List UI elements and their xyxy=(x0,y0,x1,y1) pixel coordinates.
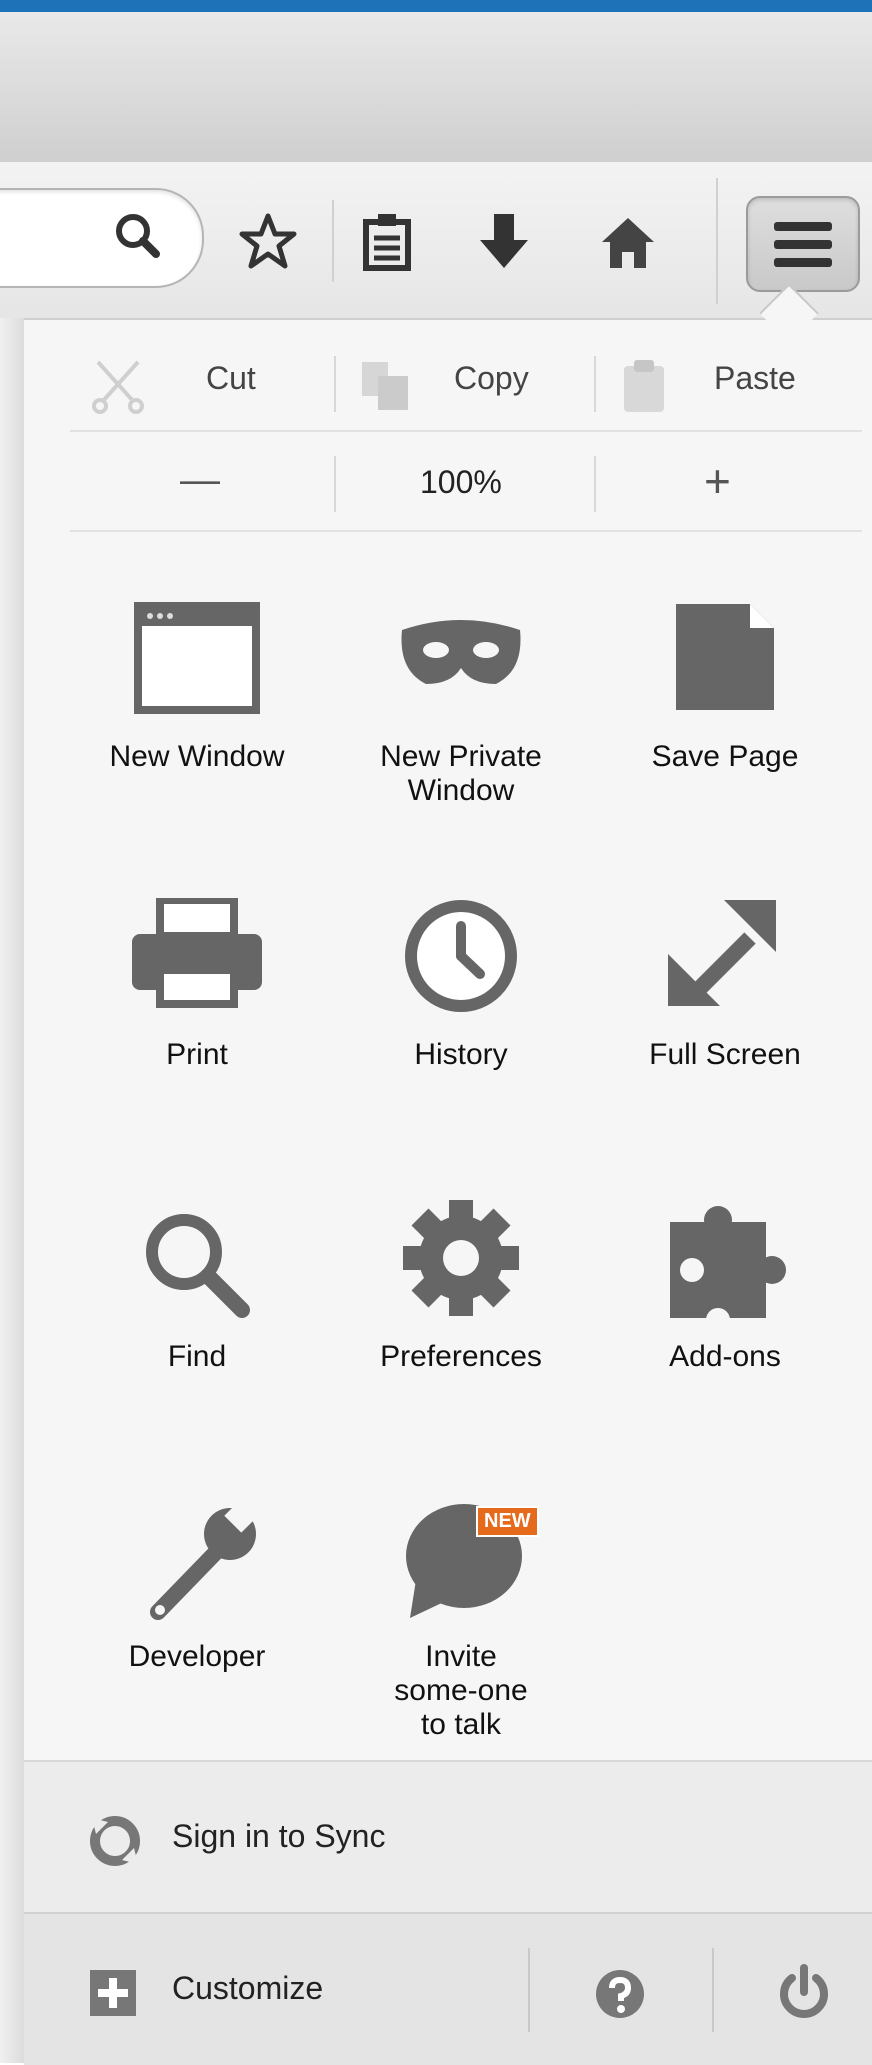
developer-button[interactable]: Developer xyxy=(72,1500,322,1760)
sync-label: Sign in to Sync xyxy=(172,1818,386,1854)
zoom-level-label: 100% xyxy=(420,464,502,500)
puzzle-piece-icon xyxy=(670,1206,786,1332)
zoom-separator xyxy=(334,456,336,512)
find-button[interactable]: Find xyxy=(72,1200,322,1460)
menu-footer: Customize xyxy=(24,1912,872,2065)
new-window-button[interactable]: New Window xyxy=(72,600,322,860)
save-page-label: Save Page xyxy=(651,740,799,773)
history-button[interactable]: History xyxy=(336,898,586,1158)
edit-separator xyxy=(334,356,336,412)
edit-separator xyxy=(594,356,596,412)
window-top-border xyxy=(0,0,872,12)
gear-icon xyxy=(403,1200,519,1316)
copy-label: Copy xyxy=(454,360,529,396)
toolbar-separator xyxy=(332,200,334,282)
zoom-out-icon: — xyxy=(180,458,220,502)
printer-icon xyxy=(132,898,262,1008)
customize-label: Customize xyxy=(172,1970,324,2006)
page-content-edge xyxy=(0,318,26,2063)
invite-to-talk-button[interactable]: NEW Invite some-one to talk xyxy=(336,1500,586,1760)
edit-row-divider xyxy=(70,430,862,432)
help-button[interactable] xyxy=(530,1914,710,2065)
full-screen-button[interactable]: Full Screen xyxy=(600,898,850,1158)
sync-button[interactable]: Sign in to Sync xyxy=(24,1760,872,1914)
new-private-window-button[interactable]: New Private Window xyxy=(336,600,586,860)
history-label: History xyxy=(414,1038,508,1071)
cut-label: Cut xyxy=(206,360,256,396)
quit-button[interactable] xyxy=(714,1914,872,2065)
developer-label: Developer xyxy=(128,1640,266,1673)
download-icon[interactable] xyxy=(476,210,532,272)
zoom-in-button[interactable]: + xyxy=(600,436,862,528)
full-screen-label: Full Screen xyxy=(649,1038,801,1071)
cut-button[interactable]: Cut xyxy=(70,340,330,424)
invite-to-talk-label: Invite some-one to talk xyxy=(394,1640,528,1741)
power-icon xyxy=(780,1964,828,2018)
addons-button[interactable]: Add-ons xyxy=(600,1200,850,1460)
page-icon xyxy=(676,604,774,710)
hamburger-menu-icon xyxy=(774,222,832,267)
search-input[interactable] xyxy=(0,188,204,288)
expand-arrows-icon xyxy=(668,900,776,1006)
new-window-label: New Window xyxy=(109,740,285,773)
window-icon xyxy=(134,602,260,714)
clipboard-icon xyxy=(624,360,664,412)
zoom-row-divider xyxy=(70,530,862,532)
copy-button[interactable]: Copy xyxy=(340,340,590,424)
print-button[interactable]: Print xyxy=(72,898,322,1158)
plus-box-icon xyxy=(90,1970,136,2016)
zoom-level-button[interactable]: 100% xyxy=(340,436,594,528)
print-label: Print xyxy=(166,1038,228,1071)
home-icon[interactable] xyxy=(598,214,658,272)
toolbar-separator xyxy=(716,178,718,304)
preferences-label: Preferences xyxy=(380,1340,542,1373)
bookmark-star-icon[interactable] xyxy=(238,212,298,272)
zoom-in-icon: + xyxy=(704,455,731,507)
paste-button[interactable]: Paste xyxy=(600,340,862,424)
help-icon xyxy=(596,1970,644,2018)
magnifier-icon xyxy=(146,1214,250,1318)
scissors-icon xyxy=(92,360,144,414)
copy-icon xyxy=(362,362,408,410)
zoom-out-button[interactable]: — xyxy=(70,436,334,528)
zoom-separator xyxy=(594,456,596,512)
hamburger-menu-button[interactable] xyxy=(746,196,860,292)
save-page-button[interactable]: Save Page xyxy=(600,600,850,860)
find-label: Find xyxy=(167,1340,227,1373)
paste-label: Paste xyxy=(714,360,796,396)
customize-button[interactable]: Customize xyxy=(24,1914,528,2065)
new-badge: NEW xyxy=(476,1506,539,1537)
chat-bubble-icon xyxy=(406,1504,522,1618)
clock-icon xyxy=(405,900,517,1012)
preferences-button[interactable]: Preferences xyxy=(336,1200,586,1460)
title-bar xyxy=(0,12,872,164)
search-icon[interactable] xyxy=(112,210,164,262)
reading-list-icon[interactable] xyxy=(362,212,412,272)
new-private-window-label: New Private Window xyxy=(380,740,542,807)
addons-label: Add-ons xyxy=(669,1340,781,1373)
sync-icon xyxy=(90,1816,140,1866)
wrench-icon xyxy=(150,1500,260,1620)
mask-icon xyxy=(401,620,521,684)
